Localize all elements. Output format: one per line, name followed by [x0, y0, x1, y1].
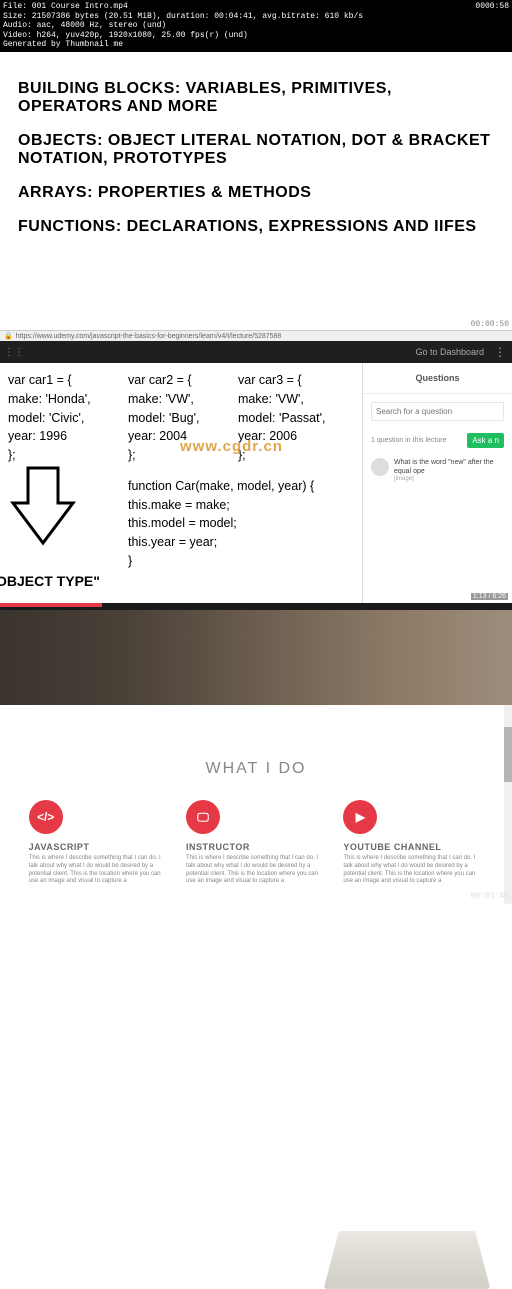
code-line: function Car(make, model, year) {: [128, 477, 354, 496]
skill-text: This is where I describe something that …: [29, 855, 169, 886]
object-type-label: OBJECT TYPE": [0, 573, 100, 589]
avatar: [371, 458, 389, 476]
file-size: Size: 21507386 bytes (20.51 MiB), durati…: [3, 12, 509, 22]
questions-panel: Questions 1 question in this lecture Ask…: [362, 363, 512, 603]
skill-card-youtube: ▶ YOUTUBE CHANNEL This is where I descri…: [343, 800, 483, 886]
more-icon[interactable]: ⋮: [494, 345, 506, 359]
hero-image: [0, 610, 512, 705]
thumb-timecode-2: 00:03:45: [471, 892, 509, 901]
progress-bar-fill: [0, 603, 102, 607]
question-search-input[interactable]: [371, 402, 504, 421]
questions-heading: Questions: [363, 363, 512, 394]
code-line: this.year = year;: [128, 533, 354, 552]
skill-text: This is where I describe something that …: [186, 855, 326, 886]
code-line: var car2 = {: [128, 371, 238, 390]
scrollbar-thumb[interactable]: [504, 727, 512, 782]
arrow-icon: [8, 463, 78, 553]
skill-card-js: </> JAVASCRIPT This is where I describe …: [29, 800, 169, 886]
question-count: 1 question in this lecture: [371, 437, 447, 444]
file-generator: Generated by Thumbnail me: [3, 40, 509, 50]
question-item[interactable]: What is the word "new" after the equal o…: [363, 452, 512, 488]
udemy-header: ⋮⋮⋮ Go to Dashboard ⋮: [0, 341, 512, 363]
lecture-content: var car1 = { make: 'Honda', model: 'Civi…: [0, 363, 512, 603]
question-text: What is the word "new" after the equal o…: [394, 458, 504, 476]
grid-icon[interactable]: ⋮⋮⋮: [0, 347, 24, 358]
slide-heading-4: FUNCTIONS: DECLARATIONS, EXPRESSIONS AND…: [18, 218, 494, 236]
code-line: var car1 = {: [8, 371, 120, 390]
slide-heading-3: ARRAYS: PROPERTIES & METHODS: [18, 184, 494, 202]
code-line: year: 1996: [8, 427, 120, 446]
file-video: Video: h264, yuv420p, 1920x1080, 25.00 f…: [3, 31, 509, 41]
file-audio: Audio: aac, 48000 Hz, stereo (und): [3, 21, 509, 31]
video-progress[interactable]: 1:13 / 6:26: [0, 603, 512, 607]
scrollbar[interactable]: [504, 705, 512, 904]
title-slide: BUILDING BLOCKS: VARIABLES, PRIMITIVES, …: [0, 52, 512, 262]
skill-text: This is where I describe something that …: [343, 855, 483, 886]
file-name: File: 001 Course Intro.mp4: [3, 2, 509, 12]
question-search-wrap: [363, 394, 512, 429]
skill-heading: YOUTUBE CHANNEL: [343, 842, 483, 852]
dashboard-link[interactable]: Go to Dashboard: [415, 347, 484, 357]
slide-heading-1: BUILDING BLOCKS: VARIABLES, PRIMITIVES, …: [18, 80, 494, 116]
address-bar[interactable]: 🔒 https://www.udemy.com/javascript-the-b…: [0, 331, 512, 341]
question-attachment: [image]: [394, 476, 504, 482]
keyboard-image: [324, 1231, 491, 1289]
code-line: make: 'VW',: [238, 390, 325, 409]
skill-card-instructor: 🖵 INSTRUCTOR This is where I describe so…: [186, 800, 326, 886]
section-title: WHAT I DO: [0, 760, 512, 778]
skill-heading: JAVASCRIPT: [29, 842, 169, 852]
code-slide: var car1 = { make: 'Honda', model: 'Civi…: [0, 363, 362, 603]
presentation-icon: 🖵: [186, 800, 220, 834]
browser-window: 🔒 https://www.udemy.com/javascript-the-b…: [0, 330, 512, 610]
code-line: var car3 = {: [238, 371, 325, 390]
code-line: make: 'VW',: [128, 390, 238, 409]
skill-heading: INSTRUCTOR: [186, 842, 326, 852]
code-line: this.make = make;: [128, 496, 354, 515]
code-line: model: 'Passat',: [238, 409, 325, 428]
watermark: www.cgdr.cn: [180, 438, 283, 455]
file-metadata: File: 001 Course Intro.mp4 Size: 2150738…: [0, 0, 512, 52]
code-line: this.model = model;: [128, 514, 354, 533]
code-line: }: [128, 552, 354, 571]
url-text: https://www.udemy.com/javascript-the-bas…: [16, 333, 282, 340]
question-count-row: 1 question in this lecture Ask a n: [363, 429, 512, 452]
lock-icon: 🔒: [4, 332, 13, 340]
code-line: model: 'Bug',: [128, 409, 238, 428]
code-column-2: var car2 = { make: 'VW', model: 'Bug', y…: [124, 371, 358, 595]
youtube-icon: ▶: [343, 800, 377, 834]
video-time: 1:13 / 6:26: [471, 593, 508, 600]
what-i-do-section: WHAT I DO </> JAVASCRIPT This is where I…: [0, 760, 512, 886]
ask-question-button[interactable]: Ask a n: [467, 433, 504, 448]
code-line: model: 'Civic',: [8, 409, 120, 428]
code-line: };: [8, 446, 120, 465]
thumb-timecode-1: 00:00:50: [471, 320, 509, 329]
file-top-timestamp: 0000:58: [475, 2, 509, 12]
slide-heading-2: OBJECTS: OBJECT LITERAL NOTATION, DOT & …: [18, 132, 494, 168]
code-icon: </>: [29, 800, 63, 834]
code-line: make: 'Honda',: [8, 390, 120, 409]
